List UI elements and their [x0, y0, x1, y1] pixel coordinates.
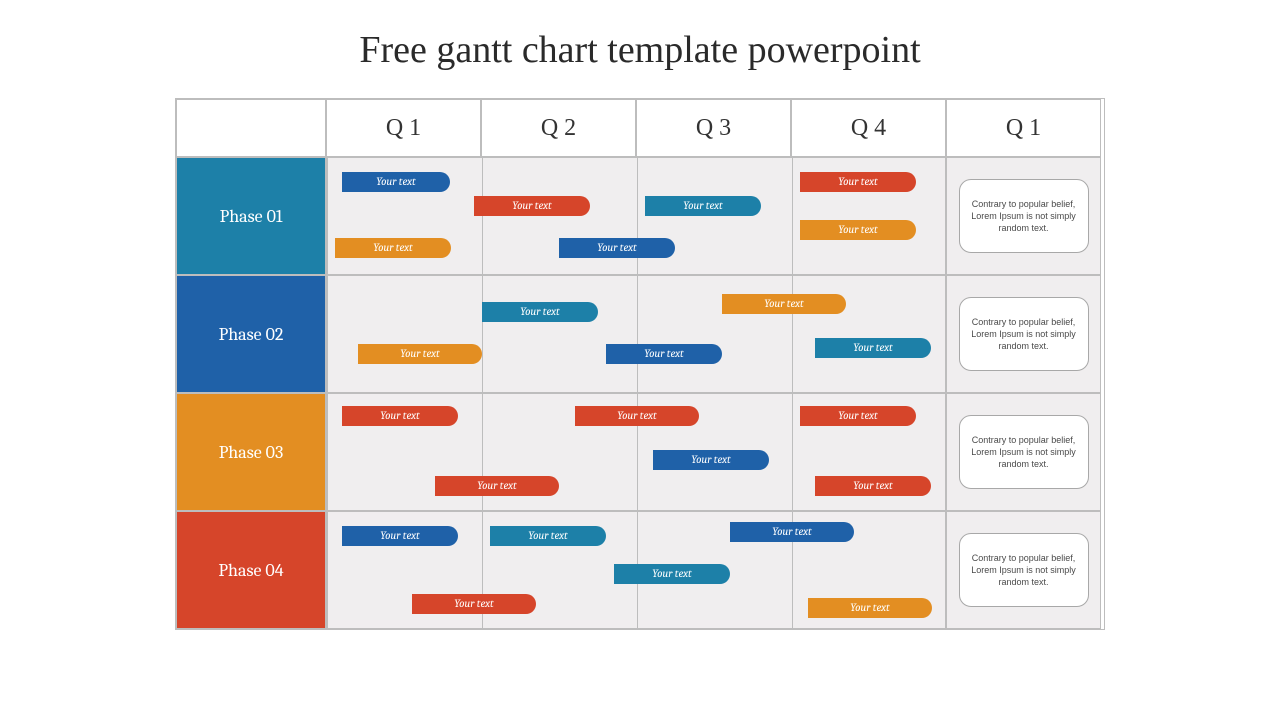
- header-blank: [176, 99, 326, 157]
- note-cell: Contrary to popular belief, Lorem Ipsum …: [946, 157, 1101, 275]
- gantt-bar: Your text: [653, 450, 769, 470]
- gantt-bar: Your text: [412, 594, 536, 614]
- row-phase-01: Phase 01 Your text Your text Your text Y…: [176, 157, 1104, 275]
- gantt-bar: Your text: [474, 196, 590, 216]
- row-phase-02: Phase 02 Your text Your text Your text Y…: [176, 275, 1104, 393]
- track-phase-03: Your text Your text Your text Your text …: [326, 393, 946, 511]
- header-q3: Q 3: [636, 99, 791, 157]
- phase-label: Phase 01: [176, 157, 326, 275]
- gantt-bar: Your text: [435, 476, 559, 496]
- note-cell: Contrary to popular belief, Lorem Ipsum …: [946, 393, 1101, 511]
- slide: Free gantt chart template powerpoint Q 1…: [0, 0, 1280, 720]
- gantt-bar: Your text: [730, 522, 854, 542]
- gantt-bar: Your text: [606, 344, 722, 364]
- header-row: Q 1 Q 2 Q 3 Q 4 Q 1: [176, 99, 1104, 157]
- track-phase-04: Your text Your text Your text Your text …: [326, 511, 946, 629]
- header-q1: Q 1: [326, 99, 481, 157]
- gantt-bar: Your text: [800, 220, 916, 240]
- gantt-bar: Your text: [815, 476, 931, 496]
- gantt-bar: Your text: [335, 238, 451, 258]
- phase-label: Phase 02: [176, 275, 326, 393]
- gantt-bar: Your text: [575, 406, 699, 426]
- gantt-bar: Your text: [808, 598, 932, 618]
- note-box: Contrary to popular belief, Lorem Ipsum …: [959, 179, 1089, 253]
- row-phase-04: Phase 04 Your text Your text Your text Y…: [176, 511, 1104, 629]
- row-phase-03: Phase 03 Your text Your text Your text Y…: [176, 393, 1104, 511]
- gantt-bar: Your text: [815, 338, 931, 358]
- gantt-chart: Q 1 Q 2 Q 3 Q 4 Q 1 Phase 01 Your text Y…: [175, 98, 1105, 630]
- note-cell: Contrary to popular belief, Lorem Ipsum …: [946, 511, 1101, 629]
- gantt-bar: Your text: [342, 172, 450, 192]
- note-cell: Contrary to popular belief, Lorem Ipsum …: [946, 275, 1101, 393]
- gantt-bar: Your text: [800, 406, 916, 426]
- gantt-bar: Your text: [490, 526, 606, 546]
- slide-title: Free gantt chart template powerpoint: [60, 28, 1220, 72]
- header-q4: Q 4: [791, 99, 946, 157]
- gantt-bar: Your text: [342, 406, 458, 426]
- gantt-bar: Your text: [559, 238, 675, 258]
- gantt-bar: Your text: [482, 302, 598, 322]
- gantt-bar: Your text: [800, 172, 916, 192]
- gantt-bar: Your text: [342, 526, 458, 546]
- header-q2: Q 2: [481, 99, 636, 157]
- gantt-bar: Your text: [358, 344, 482, 364]
- header-q1-next: Q 1: [946, 99, 1101, 157]
- gantt-bar: Your text: [722, 294, 846, 314]
- note-box: Contrary to popular belief, Lorem Ipsum …: [959, 415, 1089, 489]
- phase-label: Phase 04: [176, 511, 326, 629]
- gantt-bar: Your text: [645, 196, 761, 216]
- note-box: Contrary to popular belief, Lorem Ipsum …: [959, 297, 1089, 371]
- gantt-bar: Your text: [614, 564, 730, 584]
- track-phase-01: Your text Your text Your text Your text …: [326, 157, 946, 275]
- note-box: Contrary to popular belief, Lorem Ipsum …: [959, 533, 1089, 607]
- phase-label: Phase 03: [176, 393, 326, 511]
- track-phase-02: Your text Your text Your text Your text …: [326, 275, 946, 393]
